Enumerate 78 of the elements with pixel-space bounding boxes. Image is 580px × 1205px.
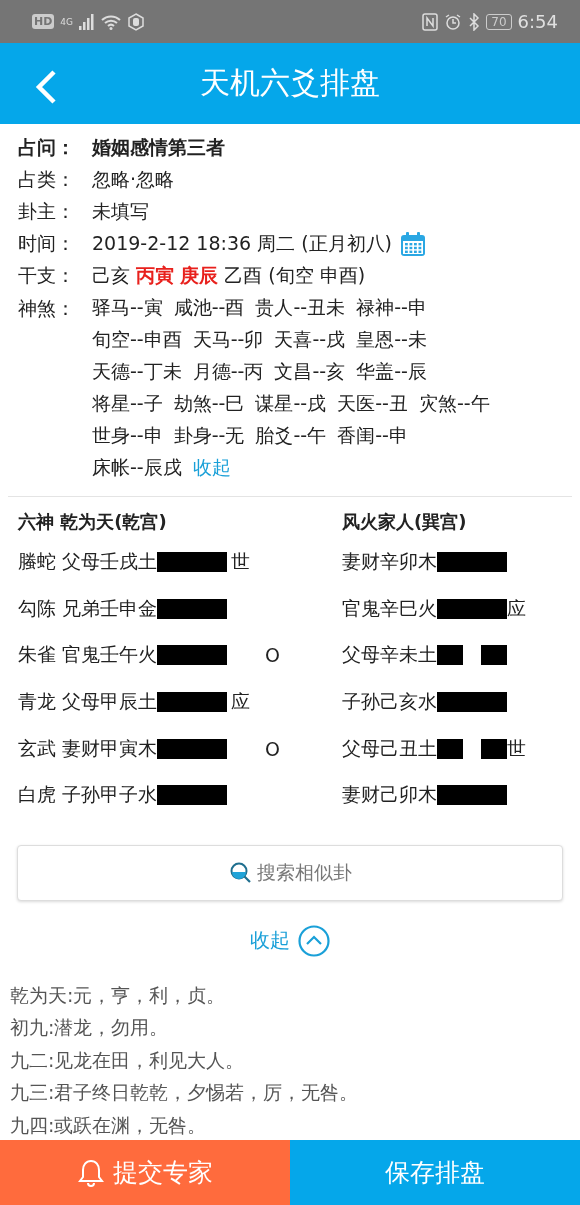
shensha-item: 天喜--戌 <box>274 327 346 352</box>
network-type: 4G <box>60 16 74 27</box>
wifi-icon <box>101 13 122 30</box>
line-label: 父母己丑土 <box>342 735 437 761</box>
hd-badge: HD <box>32 14 55 29</box>
field-label: 卦主： <box>18 199 76 224</box>
text-line: 九四:或跃在渊，无咎。 <box>10 1112 208 1138</box>
field-value: 未填写 <box>92 199 149 224</box>
shensha-item: 旬空--申酉 <box>92 327 182 352</box>
line-label: 妻财己卯木 <box>342 782 437 808</box>
shensha-item: 劫煞--巳 <box>173 391 245 416</box>
shensha-item: 世身--申 <box>92 423 163 448</box>
collapse-toggle[interactable]: 收起 <box>246 920 334 961</box>
hexagram-title: 六神 乾为天(乾宫) <box>18 510 168 534</box>
shensha-item: 驿马--寅 <box>92 295 163 320</box>
field-value: 忽略·忽略 <box>92 167 175 192</box>
shensha-item: 卦身--无 <box>173 423 245 448</box>
line-marker: 世 <box>507 735 526 761</box>
shensha-item: 谋星--戌 <box>255 391 327 416</box>
save-chart-button[interactable]: 保存排盘 <box>290 1140 580 1205</box>
shensha-item: 咸池--酉 <box>173 295 245 320</box>
text-line: 初九:潜龙，勿用。 <box>10 1015 170 1041</box>
shensha-item: 贵人--丑未 <box>255 295 346 320</box>
moving-marker: O <box>265 644 280 667</box>
shensha-item: 天马--卯 <box>192 327 264 352</box>
line-label: 官鬼辛巳火 <box>342 595 437 621</box>
chevron-up-icon <box>298 924 330 957</box>
signal-icon <box>79 13 96 30</box>
shensha-item: 皇恩--未 <box>356 327 427 352</box>
text-line: 九二:见龙在田，利见大人。 <box>10 1047 246 1073</box>
shensha-item: 华盖--辰 <box>356 359 427 384</box>
text-line: 九三:君子终日乾乾，夕惕若，厉，无咎。 <box>10 1080 360 1106</box>
shensha-item: 文昌--亥 <box>274 359 346 384</box>
field-value: 婚姻感情第三者 <box>92 135 225 160</box>
line-marker: 世 <box>231 550 251 573</box>
nfc-icon <box>422 12 439 31</box>
text-line: 乾为天:元，亨，利，贞。 <box>10 982 227 1008</box>
collapse-link[interactable]: 收起 <box>192 455 231 481</box>
shensha-item: 胎爻--午 <box>255 423 327 448</box>
field-label: 神煞： <box>18 296 76 321</box>
bell-icon <box>77 1157 105 1188</box>
line-marker: 应 <box>507 595 526 621</box>
field-label: 时间： <box>18 231 76 256</box>
calendar-icon[interactable] <box>400 231 427 257</box>
clock-time: 6:54 <box>517 11 558 32</box>
line-marker: 应 <box>231 690 251 713</box>
field-label: 占类： <box>18 167 76 192</box>
shensha-item: 香闺--申 <box>337 423 408 448</box>
line-label: 青龙 父母甲辰土 <box>18 689 158 715</box>
hand-icon <box>127 12 146 31</box>
line-label: 子孙己亥水 <box>342 689 437 715</box>
shensha-item: 灾煞--午 <box>418 391 490 416</box>
shensha-item: 禄神--申 <box>356 295 427 320</box>
field-label: 占问： <box>18 135 76 160</box>
page-title: 天机六爻排盘 <box>200 64 380 102</box>
shensha-item: 将星--子 <box>92 391 163 416</box>
shensha-item: 天医--丑 <box>337 391 408 416</box>
alarm-icon <box>444 12 463 31</box>
shensha-item: 月德--丙 <box>192 359 264 384</box>
line-label: 妻财辛卯木 <box>342 549 437 575</box>
shensha-item: 天德--丁未 <box>92 359 182 384</box>
line-label: 白虎 子孙甲子水 <box>18 782 158 808</box>
moving-marker: O <box>265 737 280 760</box>
line-label: 玄武 妻财甲寅木 <box>18 735 158 761</box>
search-icon <box>228 860 253 885</box>
line-label: 勾陈 兄弟壬申金 <box>18 595 158 621</box>
field-value: 2019-2-12 18:36 周二 (正月初八) <box>92 231 393 256</box>
search-similar-button[interactable]: 搜索相似卦 <box>17 844 563 901</box>
field-value: 己亥 丙寅 庚辰 乙酉 (旬空 申酉) <box>92 263 366 288</box>
submit-expert-button[interactable]: 提交专家 <box>0 1140 290 1205</box>
line-label: 朱雀 官鬼壬午火 <box>18 642 158 668</box>
hexagram-title: 风火家人(巽宫) <box>342 510 468 534</box>
bluetooth-icon <box>468 12 481 31</box>
line-label: 螣蛇 父母壬戌土 <box>18 549 158 575</box>
shensha-item: 床帐--辰戌 <box>92 455 182 480</box>
line-label: 父母辛未土 <box>342 642 437 668</box>
field-label: 干支： <box>18 263 76 288</box>
battery-level: 70 <box>486 13 512 30</box>
